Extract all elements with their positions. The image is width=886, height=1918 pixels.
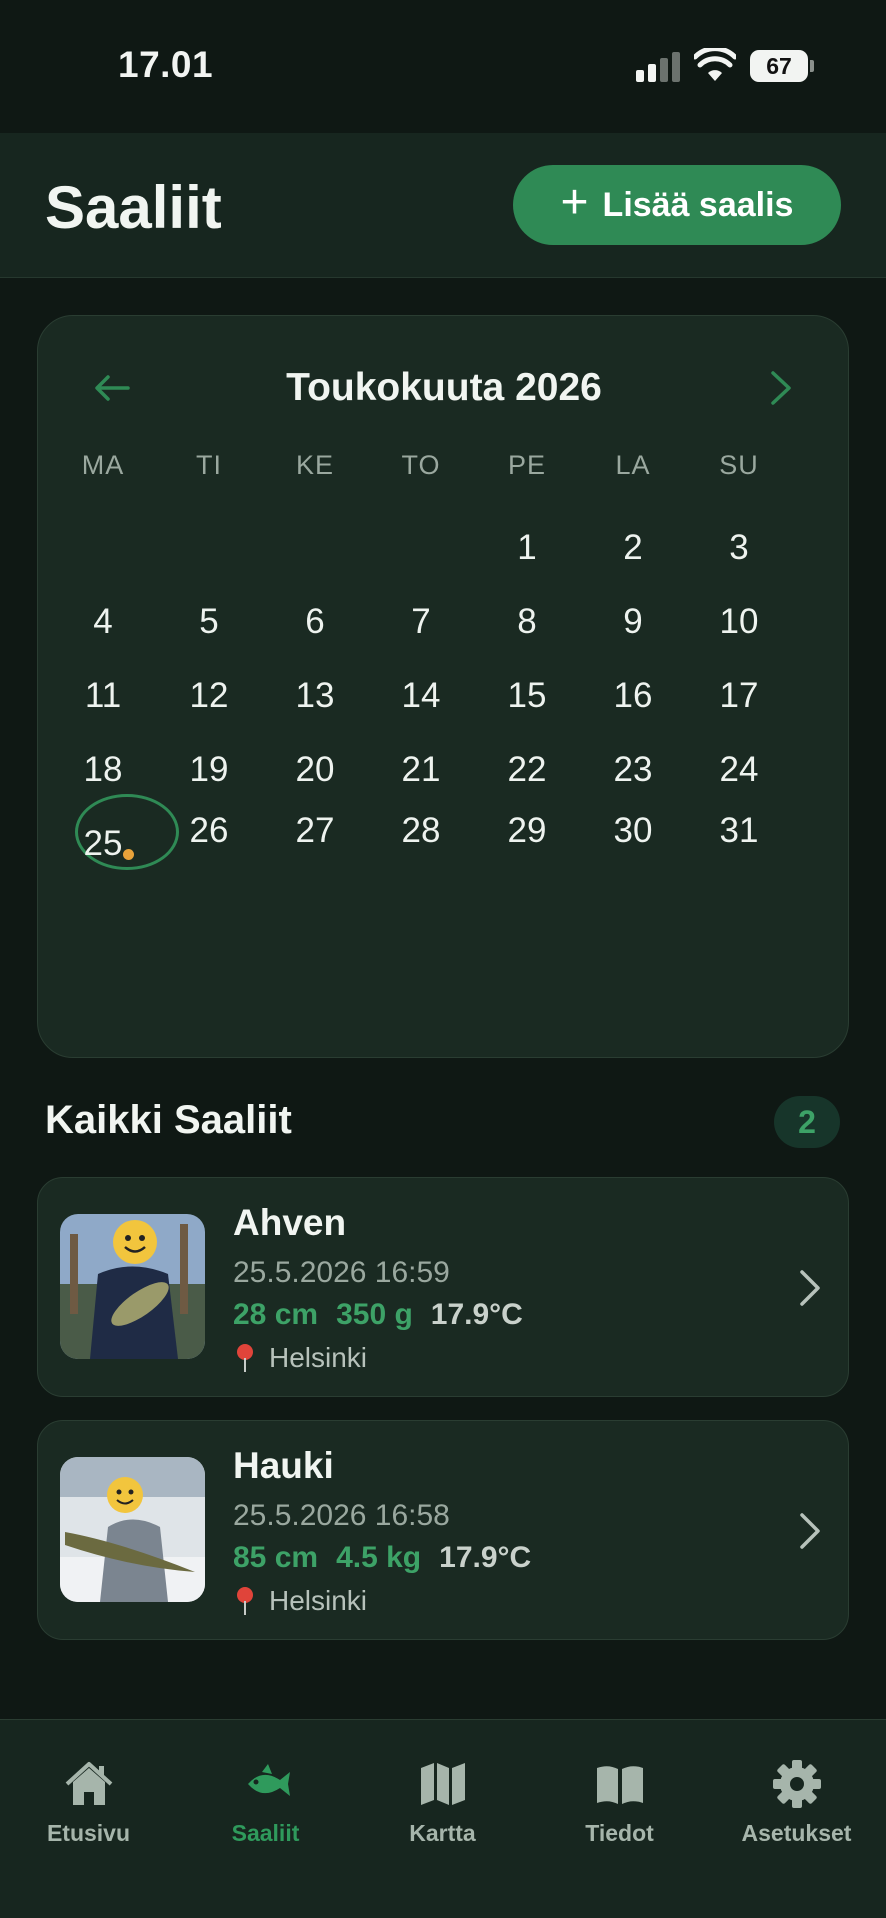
calendar-day-16[interactable]: 16 [580, 668, 686, 724]
calendar-day-31[interactable]: 31 [686, 803, 792, 859]
weekday-label: SU [719, 450, 759, 480]
catch-card[interactable]: Ahven 25.5.2026 16:59 28 cm 350 g 17.9°C H… [37, 1177, 849, 1397]
calendar-day-28[interactable]: 28 [368, 803, 474, 859]
calendar-day-15[interactable]: 15 [474, 668, 580, 724]
plus-icon: + [560, 176, 589, 229]
add-catch-label: Lisää saalis [602, 185, 794, 224]
catch-count-badge: 2 [774, 1096, 840, 1148]
calendar-day-22[interactable]: 22 [474, 742, 580, 798]
catch-length: 28 cm [233, 1298, 319, 1331]
calendar-day-17[interactable]: 17 [686, 668, 792, 724]
tab-label: Etusivu [46, 1820, 131, 1846]
calendar-day-14[interactable]: 14 [368, 668, 474, 724]
cellular-signal-icon [636, 52, 680, 82]
calendar-day-9[interactable]: 9 [580, 594, 686, 650]
catch-location: Helsinki [233, 1342, 367, 1374]
map-icon [420, 1763, 465, 1805]
calendar-day-30[interactable]: 30 [580, 803, 686, 859]
catch-length: 85 cm [233, 1541, 319, 1574]
wifi-icon [694, 48, 736, 81]
bottom-tab-bar: Etusivu Saaliit Kartta Tiedot Asetukset [0, 1719, 886, 1918]
tab-kartta[interactable]: Kartta [354, 1758, 531, 1847]
calendar-day-8[interactable]: 8 [474, 594, 580, 650]
weekday-label: PE [507, 450, 547, 480]
catch-photo [60, 1214, 205, 1359]
tab-etusivu[interactable]: Etusivu [0, 1758, 177, 1847]
add-catch-button[interactable]: + Lisää saalis [513, 165, 841, 245]
battery-icon: 67 [750, 50, 814, 82]
calendar-day-4[interactable]: 4 [50, 594, 156, 650]
tab-label: Kartta [409, 1820, 476, 1846]
catch-card[interactable]: Hauki 25.5.2026 16:58 85 cm 4.5 kg 17.9°C … [37, 1420, 849, 1640]
catch-stats: 28 cm 350 g 17.9°C [233, 1298, 523, 1332]
page-header: Saaliit + Lisää saalis [0, 133, 886, 278]
tab-saaliit[interactable]: Saaliit [177, 1758, 354, 1847]
calendar-day-2[interactable]: 2 [580, 520, 686, 576]
catch-location-label: Helsinki [269, 1585, 368, 1616]
location-pin-icon [237, 1587, 253, 1615]
calendar-day-21[interactable]: 21 [368, 742, 474, 798]
calendar-day-6[interactable]: 6 [262, 594, 368, 650]
calendar-day-27[interactable]: 27 [262, 803, 368, 859]
catch-weight: 350 g [336, 1298, 413, 1331]
catch-list-title: Kaikki Saaliit [45, 1098, 292, 1142]
gear-icon [772, 1760, 821, 1808]
catch-datetime: 25.5.2026 16:58 [233, 1499, 450, 1532]
calendar-day-25[interactable]: 25 [50, 816, 156, 872]
weekday-label: LA [615, 450, 651, 480]
catch-species: Hauki [233, 1445, 334, 1486]
calendar-day-24[interactable]: 24 [686, 742, 792, 798]
page-title: Saaliit [45, 174, 222, 241]
weekday-label: TO [401, 450, 441, 480]
tab-label: Tiedot [585, 1820, 654, 1846]
catch-location-label: Helsinki [269, 1342, 368, 1373]
chevron-right-icon [800, 1513, 820, 1549]
catch-location: Helsinki [233, 1585, 367, 1617]
calendar-day-11[interactable]: 11 [50, 668, 156, 724]
calendar-day-19[interactable]: 19 [156, 742, 262, 798]
tab-label: Saaliit [231, 1820, 300, 1846]
tab-tiedot[interactable]: Tiedot [531, 1758, 708, 1847]
fish-icon [247, 1764, 290, 1796]
calendar-day-12[interactable]: 12 [156, 668, 262, 724]
catch-stats: 85 cm 4.5 kg 17.9°C [233, 1541, 531, 1575]
weekday-label: KE [295, 450, 335, 480]
status-time: 17.01 [118, 44, 214, 85]
calendar-day-7[interactable]: 7 [368, 594, 474, 650]
chevron-right-icon [800, 1270, 820, 1306]
calendar-day-23[interactable]: 23 [580, 742, 686, 798]
weekday-label: MA [81, 450, 125, 480]
catch-photo [60, 1457, 205, 1602]
calendar-day-18[interactable]: 18 [50, 742, 156, 798]
tab-asetukset[interactable]: Asetukset [708, 1758, 885, 1847]
catch-datetime: 25.5.2026 16:59 [233, 1256, 450, 1289]
catch-weight: 4.5 kg [336, 1541, 422, 1574]
calendar-day-26[interactable]: 26 [156, 803, 262, 859]
calendar-day-5[interactable]: 5 [156, 594, 262, 650]
weekday-label: TI [196, 450, 222, 480]
calendar-day-10[interactable]: 10 [686, 594, 792, 650]
catch-temperature: 17.9°C [430, 1298, 523, 1331]
status-bar: 17.01 67 [0, 0, 886, 133]
calendar-day-29[interactable]: 29 [474, 803, 580, 859]
catch-temperature: 17.9°C [439, 1541, 532, 1574]
location-pin-icon [237, 1344, 253, 1372]
calendar-day-20[interactable]: 20 [262, 742, 368, 798]
calendar-day-3[interactable]: 3 [686, 520, 792, 576]
calendar: Toukokuuta 2026 MA TI KE TO PE LA SU 1 2 3 4 5 6 7 8 9 1… [37, 315, 849, 1058]
catch-species: Ahven [233, 1202, 347, 1243]
home-icon [65, 1762, 112, 1805]
tab-label: Asetukset [741, 1820, 852, 1846]
calendar-day-1[interactable]: 1 [474, 520, 580, 576]
next-month-chevron-icon[interactable] [756, 364, 804, 412]
book-icon [596, 1766, 643, 1804]
calendar-month-title: Toukokuuta 2026 [286, 366, 602, 409]
calendar-day-13[interactable]: 13 [262, 668, 368, 724]
